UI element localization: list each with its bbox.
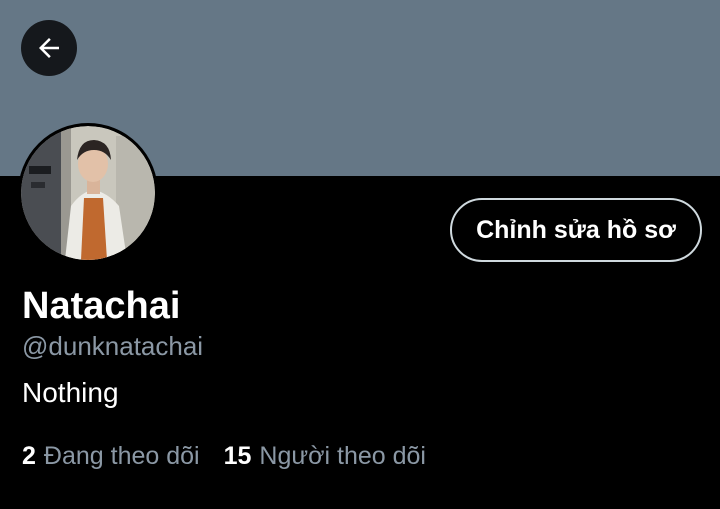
username-handle: @dunknatachai [22, 331, 204, 361]
following-count: 2 [22, 442, 36, 470]
follow-stats: 2 Đang theo dõi 15 Người theo dõi [22, 440, 450, 472]
edit-profile-label: Chỉnh sửa hồ sơ [476, 215, 676, 244]
back-button[interactable] [21, 20, 77, 76]
profile-photo [21, 126, 155, 260]
following-link[interactable]: 2 Đang theo dõi [22, 440, 200, 472]
avatar[interactable] [18, 123, 158, 263]
followers-link[interactable]: 15 Người theo dõi [224, 440, 426, 472]
profile-bio: Nothing [22, 377, 119, 408]
followers-count: 15 [223, 442, 252, 470]
profile-page: Chỉnh sửa hồ sơ Natachai @dunknatachai N… [0, 0, 720, 509]
display-name: Natachai [22, 285, 181, 327]
arrow-left-icon [34, 33, 64, 63]
followers-label: Người theo dõi [259, 442, 426, 470]
following-label: Đang theo dõi [43, 442, 200, 470]
edit-profile-button[interactable]: Chỉnh sửa hồ sơ [450, 198, 702, 262]
